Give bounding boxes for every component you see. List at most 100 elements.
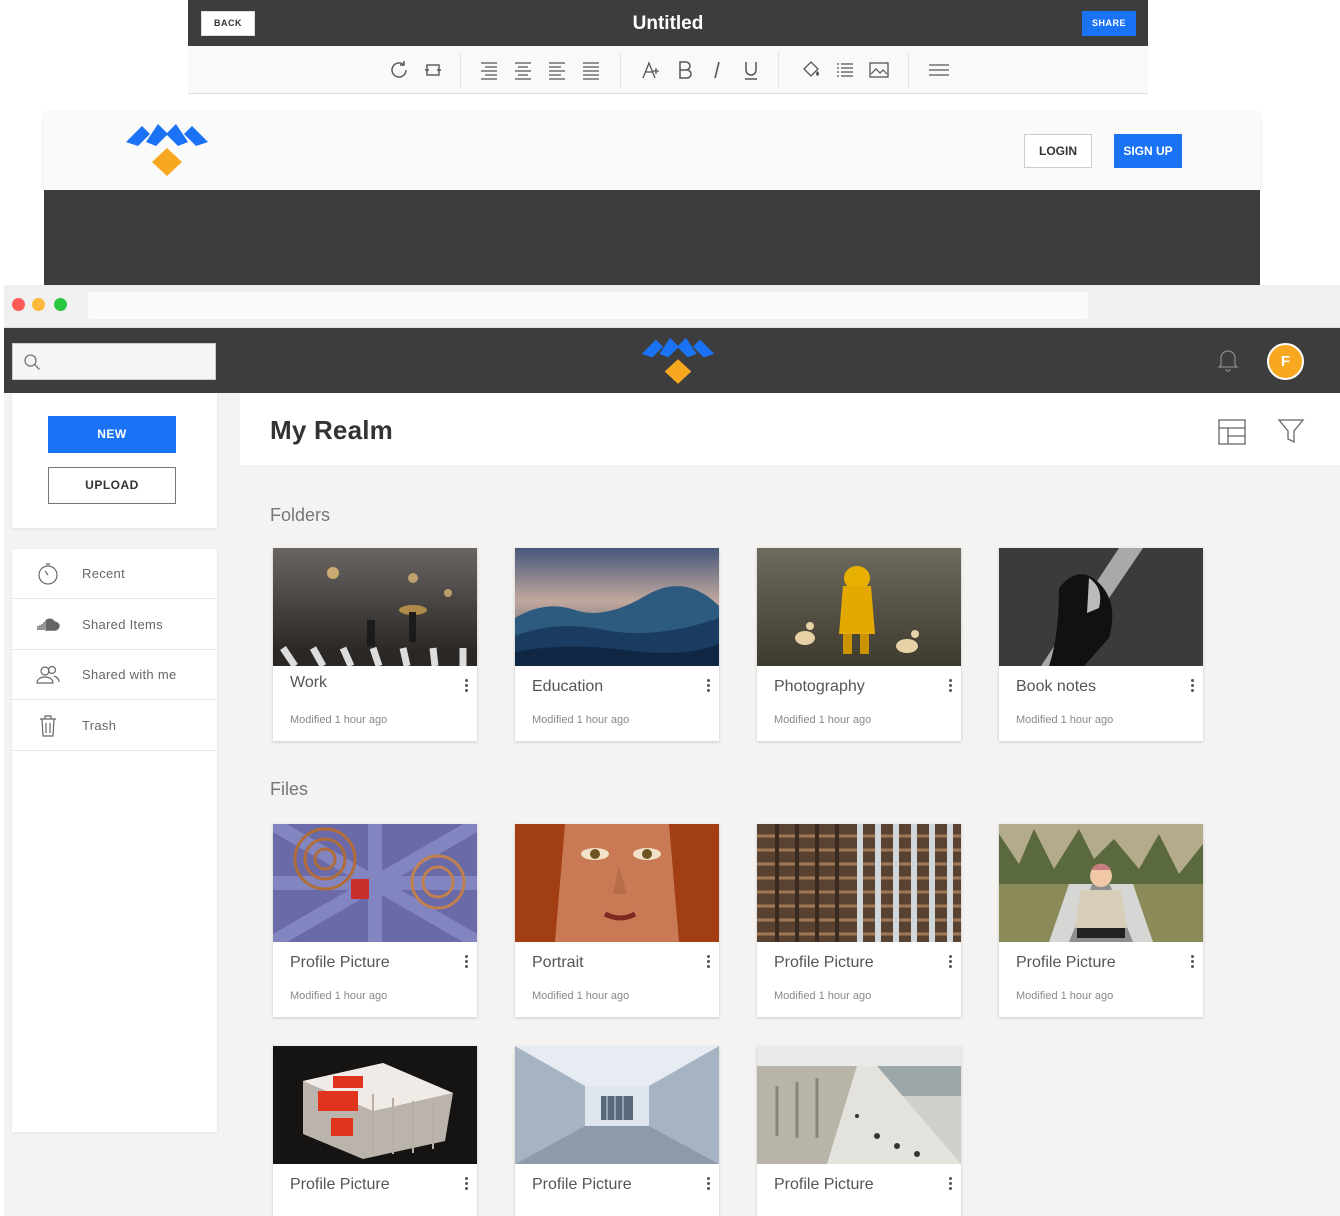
clock-icon (38, 563, 58, 585)
more-options-icon[interactable] (1189, 678, 1195, 694)
more-options-icon[interactable] (705, 1176, 711, 1192)
folder-card[interactable]: Book notes Modified 1 hour ago (999, 548, 1203, 741)
bold-icon[interactable] (674, 59, 696, 81)
users-icon (36, 665, 60, 684)
file-name: Profile Picture (532, 1176, 632, 1193)
toolbar-divider (460, 52, 461, 88)
file-card[interactable]: Profile Picture (757, 1046, 961, 1216)
more-options-icon[interactable] (1189, 954, 1195, 970)
share-button[interactable]: SHARE (1082, 11, 1136, 36)
sidebar-item-label: Shared Items (82, 617, 163, 632)
new-button[interactable]: NEW (48, 416, 176, 453)
file-card[interactable]: Portrait Modified 1 hour ago (515, 824, 719, 1017)
maximize-window-button[interactable] (54, 298, 67, 311)
address-bar[interactable] (88, 292, 1088, 319)
bell-icon[interactable] (1217, 348, 1239, 372)
file-card[interactable]: Profile Picture (515, 1046, 719, 1216)
sidebar-item-shared-items[interactable]: Shared Items (12, 600, 217, 650)
align-justify-icon[interactable] (580, 59, 602, 81)
sidebar-item-recent[interactable]: Recent (12, 549, 217, 599)
folder-thumbnail (757, 548, 961, 666)
more-options-icon[interactable] (705, 954, 711, 970)
font-size-icon[interactable] (640, 59, 662, 81)
folder-card[interactable]: Education Modified 1 hour ago (515, 548, 719, 741)
brand-logo[interactable] (640, 334, 716, 386)
filter-icon[interactable] (1277, 417, 1305, 445)
app-window: F NEW UPLOAD Recent Shared Items Shared … (4, 285, 1340, 1216)
modified-time: Modified 1 hour ago (774, 714, 872, 726)
toolbar-divider (908, 52, 909, 88)
back-button[interactable]: BACK (201, 11, 255, 36)
more-options-icon[interactable] (947, 678, 953, 694)
user-avatar[interactable]: F (1267, 343, 1304, 380)
file-name: Profile Picture (290, 1176, 390, 1193)
landing-header: LOGIN SIGN UP (44, 112, 1260, 190)
align-right-icon[interactable] (478, 59, 500, 81)
modified-time: Modified 1 hour ago (1016, 714, 1114, 726)
align-center-icon[interactable] (512, 59, 534, 81)
trash-icon (40, 715, 56, 737)
file-card[interactable]: Profile Picture Modified 1 hour ago (999, 824, 1203, 1017)
folder-card[interactable]: Work Modified 1 hour ago (273, 548, 477, 741)
modified-time: Modified 1 hour ago (290, 714, 388, 726)
file-name: Profile Picture (774, 1176, 874, 1193)
modified-time: Modified 1 hour ago (532, 990, 630, 1002)
sidebar-nav: Recent Shared Items Shared with me Trash (12, 549, 217, 1132)
folder-name: Photography (774, 678, 865, 695)
folder-thumbnail (999, 548, 1203, 666)
file-thumbnail (757, 824, 961, 942)
file-thumbnail (515, 824, 719, 942)
sidebar-item-trash[interactable]: Trash (12, 701, 217, 751)
file-name: Portrait (532, 954, 584, 971)
file-card[interactable]: Profile Picture Modified 1 hour ago (757, 824, 961, 1017)
search-icon (24, 354, 40, 370)
app-header: F (4, 328, 1340, 393)
underline-icon[interactable] (740, 59, 762, 81)
folder-name: Book notes (1016, 678, 1097, 695)
file-card[interactable]: Profile Picture (273, 1046, 477, 1216)
fill-color-icon[interactable] (800, 59, 822, 81)
minimize-window-button[interactable] (32, 298, 45, 311)
more-options-icon[interactable] (705, 678, 711, 694)
sidebar-item-shared-with-me[interactable]: Shared with me (12, 650, 217, 700)
sidebar-actions: NEW UPLOAD (12, 393, 217, 528)
folder-card[interactable]: Photography Modified 1 hour ago (757, 548, 961, 741)
brand-logo[interactable] (124, 120, 210, 178)
sidebar-item-label: Trash (82, 718, 117, 733)
file-name: Profile Picture (774, 954, 874, 971)
list-icon[interactable] (834, 59, 856, 81)
document-title: Untitled (632, 13, 704, 34)
formatting-toolbar (188, 46, 1148, 94)
file-thumbnail (273, 824, 477, 942)
toolbar-divider (620, 52, 621, 88)
landing-window: LOGIN SIGN UP (44, 112, 1260, 288)
more-options-icon[interactable] (947, 954, 953, 970)
cloud-icon (37, 618, 60, 631)
sidebar-item-label: Shared with me (82, 667, 177, 682)
modified-time: Modified 1 hour ago (532, 714, 630, 726)
align-left-icon[interactable] (546, 59, 568, 81)
more-options-icon[interactable] (463, 954, 469, 970)
grid-view-icon[interactable] (1218, 419, 1246, 445)
upload-button[interactable]: UPLOAD (48, 467, 176, 504)
signup-button[interactable]: SIGN UP (1114, 134, 1182, 168)
search-input[interactable] (12, 343, 216, 380)
folder-name: Work (290, 674, 328, 691)
file-thumbnail (273, 1046, 477, 1164)
replace-icon[interactable] (422, 59, 444, 81)
page-title: My Realm (270, 415, 393, 445)
hero-banner (44, 190, 1260, 288)
file-name: Profile Picture (290, 954, 390, 971)
login-button[interactable]: LOGIN (1024, 134, 1092, 168)
menu-icon[interactable] (928, 59, 950, 81)
more-options-icon[interactable] (463, 678, 469, 694)
italic-icon[interactable] (706, 59, 728, 81)
more-options-icon[interactable] (463, 1176, 469, 1192)
file-card[interactable]: Profile Picture Modified 1 hour ago (273, 824, 477, 1017)
more-options-icon[interactable] (947, 1176, 953, 1192)
image-icon[interactable] (868, 59, 890, 81)
close-window-button[interactable] (12, 298, 25, 311)
folders-heading: Folders (270, 505, 331, 525)
refresh-icon[interactable] (388, 59, 410, 81)
file-name: Profile Picture (1016, 954, 1116, 971)
